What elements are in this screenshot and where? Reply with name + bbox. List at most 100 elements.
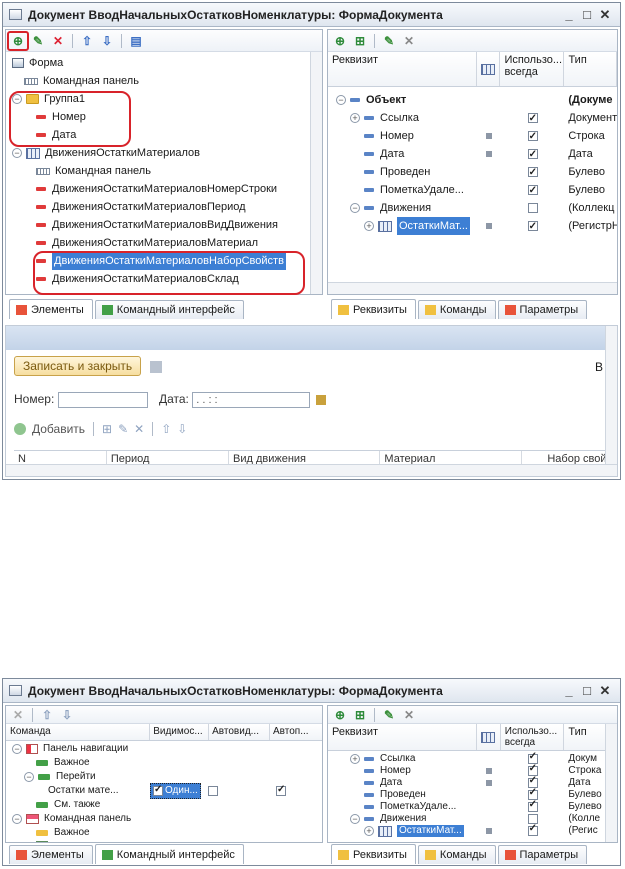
preview-horizontal-scrollbar[interactable] [6, 464, 617, 476]
move-up-icon[interactable]: ⇧ [39, 707, 55, 723]
expand-toggle-icon[interactable]: + [350, 113, 360, 123]
use-always-checkbox[interactable] [527, 164, 538, 182]
tab-elements[interactable]: Элементы [9, 299, 93, 319]
expand-toggle-icon[interactable]: − [12, 744, 22, 754]
attribute-row[interactable]: +ОстаткиМат...(Регис [328, 823, 617, 837]
attribute-row[interactable]: + Ссылка Документ [328, 109, 617, 128]
command-row[interactable]: − Перейти [6, 770, 322, 784]
tab-command-interface[interactable]: Командный интерфейс [94, 300, 244, 319]
use-always-checkbox[interactable] [527, 110, 538, 128]
expand-toggle-icon[interactable]: + [364, 221, 374, 231]
minimize-button[interactable]: _ [560, 683, 578, 698]
expand-toggle-icon[interactable]: − [12, 814, 22, 824]
col-autoposition[interactable]: Автоп... [270, 724, 322, 740]
write-and-close-button[interactable]: Записать и закрыть [14, 356, 142, 376]
edit-pencil-icon[interactable]: ✎ [381, 33, 397, 49]
tree-item[interactable]: Командная панель [8, 162, 322, 180]
visibility-checkbox[interactable] [153, 783, 163, 797]
expand-toggle-icon[interactable]: − [24, 772, 34, 782]
attributes-vertical-scrollbar[interactable] [605, 724, 617, 842]
attribute-row[interactable]: ПроведенБулево [328, 787, 617, 801]
maximize-button[interactable]: □ [578, 683, 596, 698]
save-icon[interactable] [150, 361, 163, 374]
elements-vertical-scrollbar[interactable] [310, 52, 322, 294]
command-row[interactable]: → Создать на о... [6, 840, 322, 842]
command-row[interactable]: См. также [6, 798, 322, 812]
expand-toggle-icon[interactable]: − [336, 95, 346, 105]
add-row-icon[interactable] [14, 423, 26, 435]
tab-elements[interactable]: Элементы [9, 845, 93, 864]
add-table-icon[interactable]: ⊞ [352, 33, 368, 49]
col-use-always[interactable]: Использо... всегда [500, 52, 565, 86]
add-attribute-icon[interactable]: ⊕ [332, 707, 348, 723]
delete-icon[interactable]: ✕ [10, 707, 26, 723]
expand-toggle-icon[interactable]: − [350, 814, 360, 824]
attribute-row[interactable]: − Объект (Докуме [328, 91, 617, 109]
calendar-icon[interactable] [315, 395, 326, 405]
tab-parameters[interactable]: Параметры [497, 845, 588, 864]
visibility-cell[interactable]: Один... [150, 783, 201, 799]
close-button[interactable]: ✕ [596, 683, 614, 699]
move-down-icon[interactable]: ⇩ [99, 33, 115, 49]
minimize-button[interactable]: _ [560, 7, 578, 22]
row-up-icon[interactable]: ⇧ [161, 422, 171, 436]
tree-item[interactable]: Форма [8, 54, 322, 72]
tab-commands[interactable]: Команды [417, 300, 496, 319]
row-down-icon[interactable]: ⇩ [177, 422, 187, 436]
tab-commands[interactable]: Команды [417, 845, 496, 864]
expand-toggle-icon[interactable]: − [350, 203, 360, 213]
attribute-row[interactable]: ДатаДата [328, 145, 617, 164]
close-button[interactable]: ✕ [596, 7, 614, 23]
col-visibility[interactable]: Видимос... [150, 724, 210, 740]
maximize-button[interactable]: □ [578, 7, 596, 22]
use-always-checkbox[interactable] [527, 146, 538, 164]
tab-parameters[interactable]: Параметры [497, 300, 588, 319]
use-always-checkbox[interactable] [527, 182, 538, 200]
tree-item[interactable]: ДвиженияОстаткиМатериаловПериод [8, 198, 322, 216]
command-row[interactable]: − Командная панель [6, 812, 322, 826]
attribute-row[interactable]: +СсылкаДокум [328, 751, 617, 765]
attribute-row[interactable]: НомерСтрока [328, 763, 617, 777]
attribute-row[interactable]: ПометкаУдале...Булево [328, 799, 617, 813]
command-row[interactable]: − Панель навигации [6, 742, 322, 756]
expand-toggle-icon[interactable]: + [350, 754, 360, 764]
delete-row-icon[interactable]: ✕ [134, 422, 144, 436]
add-attribute-icon[interactable]: ⊕ [332, 33, 348, 49]
attribute-row[interactable]: ПометкаУдале...Булево [328, 181, 617, 200]
command-row[interactable]: Важное [6, 826, 322, 840]
tree-item[interactable]: ДвиженияОстаткиМатериаловНомерСтроки [8, 180, 322, 198]
attribute-row[interactable]: − Движения (Коллекц [328, 199, 617, 217]
attributes-horizontal-scrollbar[interactable] [328, 282, 617, 294]
use-always-checkbox[interactable] [527, 128, 538, 146]
attribute-row[interactable]: ДатаДата [328, 775, 617, 789]
delete-icon[interactable]: ✕ [401, 707, 417, 723]
date-input[interactable]: . . : : [192, 392, 311, 408]
col-attribute[interactable]: Реквизит [328, 52, 477, 86]
command-row[interactable]: Остатки мате... Один... [6, 783, 322, 799]
expand-toggle-icon[interactable]: + [364, 826, 374, 836]
attribute-row[interactable]: + ОстаткиМат... (РегистрН [328, 217, 617, 236]
col-use-always[interactable]: Использо... всегда [501, 724, 565, 750]
number-input[interactable] [57, 392, 148, 408]
tab-command-interface[interactable]: Командный интерфейс [94, 844, 244, 864]
tree-item[interactable]: ДвиженияОстаткиМатериаловВидДвижения [8, 216, 322, 234]
edit-row-icon[interactable]: ✎ [118, 422, 128, 436]
copy-row-icon[interactable]: ⊞ [102, 422, 112, 436]
tree-item[interactable]: ДвиженияОстаткиМатериаловМатериал [8, 234, 322, 252]
expand-toggle-icon[interactable]: − [12, 148, 22, 158]
delete-icon[interactable]: ✕ [401, 33, 417, 49]
move-down-icon[interactable]: ⇩ [59, 707, 75, 723]
attribute-row[interactable]: НомерСтрока [328, 127, 617, 146]
use-always-checkbox[interactable] [527, 799, 538, 812]
autoposition-checkbox[interactable] [276, 783, 286, 797]
tab-attributes[interactable]: Реквизиты [331, 844, 416, 864]
col-autovisibility[interactable]: Автовид... [209, 724, 270, 740]
preview-vertical-scrollbar[interactable] [605, 326, 617, 464]
tab-attributes[interactable]: Реквизиты [331, 299, 416, 319]
use-always-checkbox[interactable] [527, 823, 538, 836]
edit-pencil-icon[interactable]: ✎ [30, 33, 46, 49]
attribute-row[interactable]: ПроведенБулево [328, 163, 617, 182]
properties-icon[interactable]: ▤ [128, 33, 144, 49]
use-always-checkbox[interactable] [527, 218, 538, 236]
autovisibility-checkbox[interactable] [208, 786, 218, 796]
